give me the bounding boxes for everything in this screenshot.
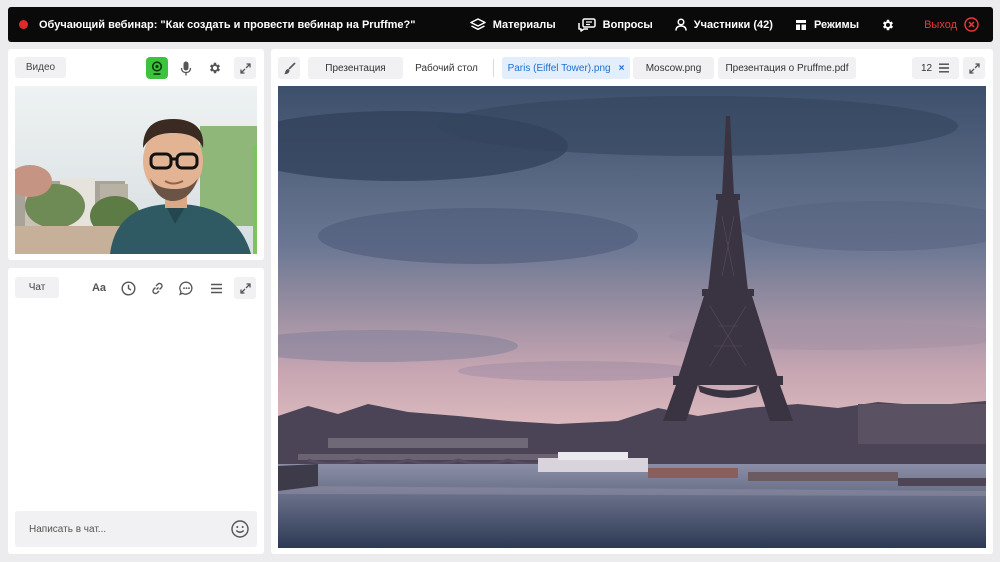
webcam-toggle-button[interactable] [146, 57, 168, 79]
expand-icon [968, 62, 980, 74]
user-icon [675, 18, 687, 31]
layers-icon [470, 17, 486, 30]
smiley-icon [231, 520, 249, 538]
microphone-icon [180, 61, 192, 75]
tab-desktop[interactable]: Рабочий стол [408, 57, 485, 79]
webcam-icon [151, 61, 163, 75]
chat-history-button[interactable] [117, 277, 139, 299]
questions-button[interactable]: Вопросы [577, 17, 653, 32]
brush-icon [283, 61, 296, 74]
participants-label: Участники (42) [693, 18, 773, 31]
draw-tool-button[interactable] [278, 57, 300, 79]
expand-icon [239, 62, 251, 74]
layout-icon [795, 19, 806, 30]
tab-file-moscow[interactable]: Moscow.png [633, 57, 714, 79]
link-icon [151, 282, 163, 294]
questions-label: Вопросы [602, 18, 653, 31]
video-settings-button[interactable] [204, 57, 226, 79]
emoji-button[interactable] [229, 518, 251, 540]
participants-button[interactable]: Участники (42) [675, 18, 773, 31]
materials-button[interactable]: Материалы [470, 17, 556, 32]
video-expand-button[interactable] [234, 57, 256, 79]
settings-button[interactable] [881, 18, 902, 32]
webinar-title: Обучающий вебинар: "Как создать и провес… [39, 18, 416, 31]
top-menu: Материалы Вопросы Участники (42) Режимы … [470, 7, 993, 42]
page-navigator[interactable]: 12 [912, 57, 959, 79]
eiffel-tower-image [278, 86, 986, 548]
recording-indicator [19, 20, 28, 29]
video-panel: Видео [8, 49, 264, 260]
materials-label: Материалы [492, 18, 556, 31]
presenter-video-image [15, 86, 257, 254]
video-label: Видео [15, 57, 66, 78]
shared-image-viewer [278, 86, 986, 548]
tab-file-paris[interactable]: Paris (Eiffel Tower).png × [502, 57, 630, 79]
gear-icon [209, 62, 221, 74]
tab-separator [493, 59, 494, 77]
tab-file-pruffme-pdf[interactable]: Презентация о Pruffme.pdf [718, 57, 856, 79]
chat-expand-button[interactable] [234, 277, 256, 299]
exit-button[interactable]: Выход [924, 17, 979, 32]
modes-label: Режимы [813, 18, 860, 31]
expand-icon [239, 282, 251, 294]
main-expand-button[interactable] [963, 57, 985, 79]
exit-label: Выход [924, 18, 957, 31]
close-circle-icon [964, 17, 979, 32]
message-bubble-icon [178, 281, 192, 295]
tab-file-label: Paris (Eiffel Tower).png [507, 62, 611, 74]
menu-icon [210, 283, 222, 293]
main-panel: Презентация Рабочий стол Paris (Eiffel T… [271, 49, 993, 554]
webcam-video [15, 86, 257, 254]
tab-close-icon[interactable]: × [619, 63, 625, 74]
chat-bubbles-icon [577, 17, 596, 32]
clock-icon [120, 280, 136, 296]
gear-icon [883, 19, 894, 30]
tab-presentation[interactable]: Презентация [308, 57, 403, 79]
chat-input[interactable] [15, 511, 257, 547]
page-count: 12 [920, 62, 933, 74]
chat-messages-button[interactable] [175, 277, 197, 299]
chat-label: Чат [15, 277, 59, 298]
font-size-button[interactable]: Aa [88, 277, 110, 299]
chat-link-button[interactable] [146, 277, 168, 299]
top-bar: Обучающий вебинар: "Как создать и провес… [8, 7, 993, 42]
chat-menu-button[interactable] [205, 277, 227, 299]
microphone-button[interactable] [175, 57, 197, 79]
chat-panel: Чат Aa [8, 268, 264, 554]
menu-icon [939, 63, 950, 73]
modes-button[interactable]: Режимы [795, 19, 859, 31]
